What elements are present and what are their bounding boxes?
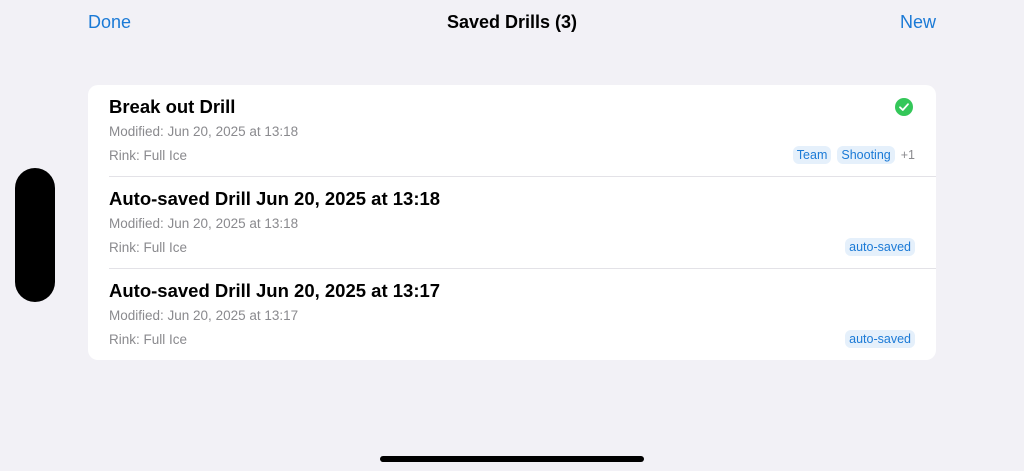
drill-modified-date: Modified: Jun 20, 2025 at 13:17 xyxy=(109,308,299,323)
drill-title: Auto-saved Drill Jun 20, 2025 at 13:18 xyxy=(109,188,441,209)
drill-row[interactable]: Auto-saved Drill Jun 20, 2025 at 13:18 M… xyxy=(88,177,936,269)
navigation-bar: Done Saved Drills (3) New xyxy=(0,0,1024,50)
drill-rink: Rink: Full Ice xyxy=(109,148,188,163)
drill-tags: Team Shooting +1 xyxy=(792,146,915,164)
drill-row[interactable]: Break out Drill Modified: Jun 20, 2025 a… xyxy=(88,85,936,177)
saved-drills-list: Break out Drill Modified: Jun 20, 2025 a… xyxy=(88,85,936,360)
tag-badge: auto-saved xyxy=(845,330,915,348)
tag-badge: auto-saved xyxy=(845,238,915,256)
tag-badge: Team xyxy=(792,146,832,164)
home-indicator[interactable] xyxy=(380,456,644,462)
drill-title: Auto-saved Drill Jun 20, 2025 at 13:17 xyxy=(109,280,441,301)
drill-tags: auto-saved xyxy=(845,330,915,348)
tag-badge: Shooting xyxy=(837,146,895,164)
page-title: Saved Drills (3) xyxy=(446,12,578,32)
more-tags-count: +1 xyxy=(900,148,915,162)
checkmark-circle-icon xyxy=(895,98,913,116)
drill-rink: Rink: Full Ice xyxy=(109,240,188,255)
side-handle[interactable] xyxy=(15,168,55,302)
drill-modified-date: Modified: Jun 20, 2025 at 13:18 xyxy=(109,216,299,231)
drill-title: Break out Drill xyxy=(109,96,236,117)
new-button[interactable]: New xyxy=(900,12,936,33)
drill-modified-date: Modified: Jun 20, 2025 at 13:18 xyxy=(109,124,299,139)
drill-rink: Rink: Full Ice xyxy=(109,332,188,347)
drill-tags: auto-saved xyxy=(845,238,915,256)
drill-row[interactable]: Auto-saved Drill Jun 20, 2025 at 13:17 M… xyxy=(88,269,936,360)
